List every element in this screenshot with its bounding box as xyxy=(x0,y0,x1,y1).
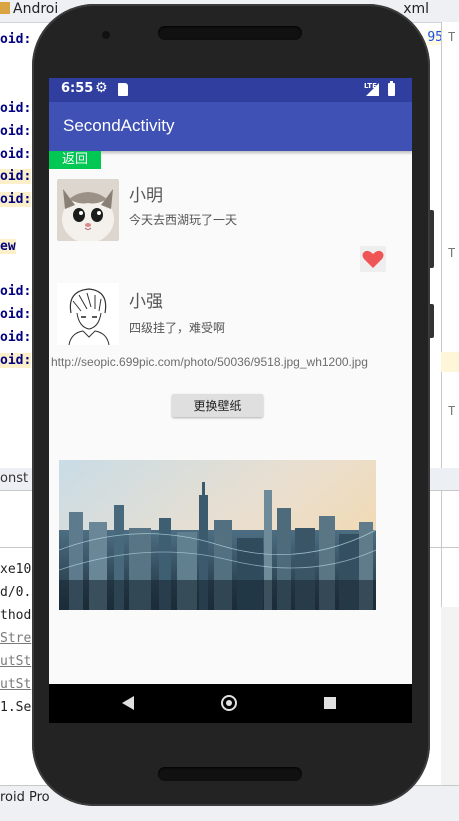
battery-icon xyxy=(388,81,395,96)
log-line: d/0. xyxy=(0,585,32,600)
phone-screen: 6:55 ⚙ LTE SecondActivity 返回 小明 今天去西湖玩了一… xyxy=(49,78,412,723)
app-bar-title: SecondActivity xyxy=(63,116,175,135)
ide-title-right-tab[interactable]: xml xyxy=(403,1,429,17)
code-line: oid: xyxy=(0,192,32,207)
code-line: oid: xyxy=(0,32,32,47)
avatar-sketch xyxy=(57,283,119,345)
gear-icon: ⚙ xyxy=(95,80,108,96)
item-message: 四级挂了，难受啊 xyxy=(129,321,226,335)
sd-card-icon xyxy=(118,83,128,96)
like-button[interactable] xyxy=(360,246,386,272)
image-url-text: http://seopic.699pic.com/photo/50036/951… xyxy=(51,355,368,369)
log-line: xe10 xyxy=(0,562,32,577)
phone-speaker xyxy=(158,26,302,40)
phone-camera xyxy=(102,31,110,39)
heart-icon xyxy=(362,250,384,268)
code-line: oid: xyxy=(0,147,32,162)
log-line: thod xyxy=(0,608,32,623)
status-bar: 6:55 ⚙ LTE xyxy=(49,78,412,102)
ide-highlight-band xyxy=(441,352,459,372)
ide-right-panel xyxy=(441,22,459,607)
log-link[interactable]: Stre xyxy=(0,631,31,646)
navigation-bar xyxy=(49,684,412,723)
nav-home-icon[interactable] xyxy=(221,695,237,711)
volume-button[interactable] xyxy=(430,210,434,268)
back-button[interactable]: 返回 xyxy=(49,151,101,169)
code-line: ew xyxy=(0,239,16,254)
log-line: 1.Se xyxy=(0,700,32,715)
list-item[interactable]: 小强 四级挂了，难受啊 xyxy=(49,281,412,351)
ide-right-mark: T xyxy=(448,404,456,418)
log-link[interactable]: utSt xyxy=(0,677,31,692)
nav-back-icon[interactable] xyxy=(122,696,134,710)
list-item[interactable]: 小明 今天去西湖玩了一天 xyxy=(49,175,412,245)
avatar-cat xyxy=(57,179,119,241)
ide-right-mark: T xyxy=(448,30,456,44)
ide-right-mark: T xyxy=(448,246,456,260)
file-icon xyxy=(0,2,10,14)
code-line: oid: xyxy=(0,330,32,345)
item-name: 小明 xyxy=(129,186,163,206)
code-line: oid: xyxy=(0,353,32,368)
item-message: 今天去西湖玩了一天 xyxy=(129,213,238,227)
lte-label: LTE xyxy=(364,82,377,90)
phone-frame: 6:55 ⚙ LTE SecondActivity 返回 小明 今天去西湖玩了一… xyxy=(32,4,434,806)
phone-speaker xyxy=(158,767,302,781)
code-line: oid: xyxy=(0,101,32,116)
ide-status-text[interactable]: roid Pro xyxy=(0,790,50,805)
ide-title-text: Androi xyxy=(13,1,59,17)
log-link[interactable]: utSt xyxy=(0,654,31,669)
code-line: oid: xyxy=(0,124,32,139)
wallpaper-image xyxy=(59,460,376,610)
app-bar: SecondActivity xyxy=(49,102,412,151)
item-name: 小强 xyxy=(129,292,163,312)
ide-right-panel-bottom xyxy=(441,607,459,785)
status-time: 6:55 xyxy=(61,81,94,96)
nav-recents-icon[interactable] xyxy=(324,697,336,709)
power-button[interactable] xyxy=(430,304,434,338)
code-line: oid: xyxy=(0,284,32,299)
change-wallpaper-button[interactable]: 更换壁纸 xyxy=(172,394,263,417)
code-line: oid: xyxy=(0,169,32,184)
ide-title-tab[interactable]: Androi xyxy=(0,1,58,17)
code-line: oid: xyxy=(0,307,32,322)
